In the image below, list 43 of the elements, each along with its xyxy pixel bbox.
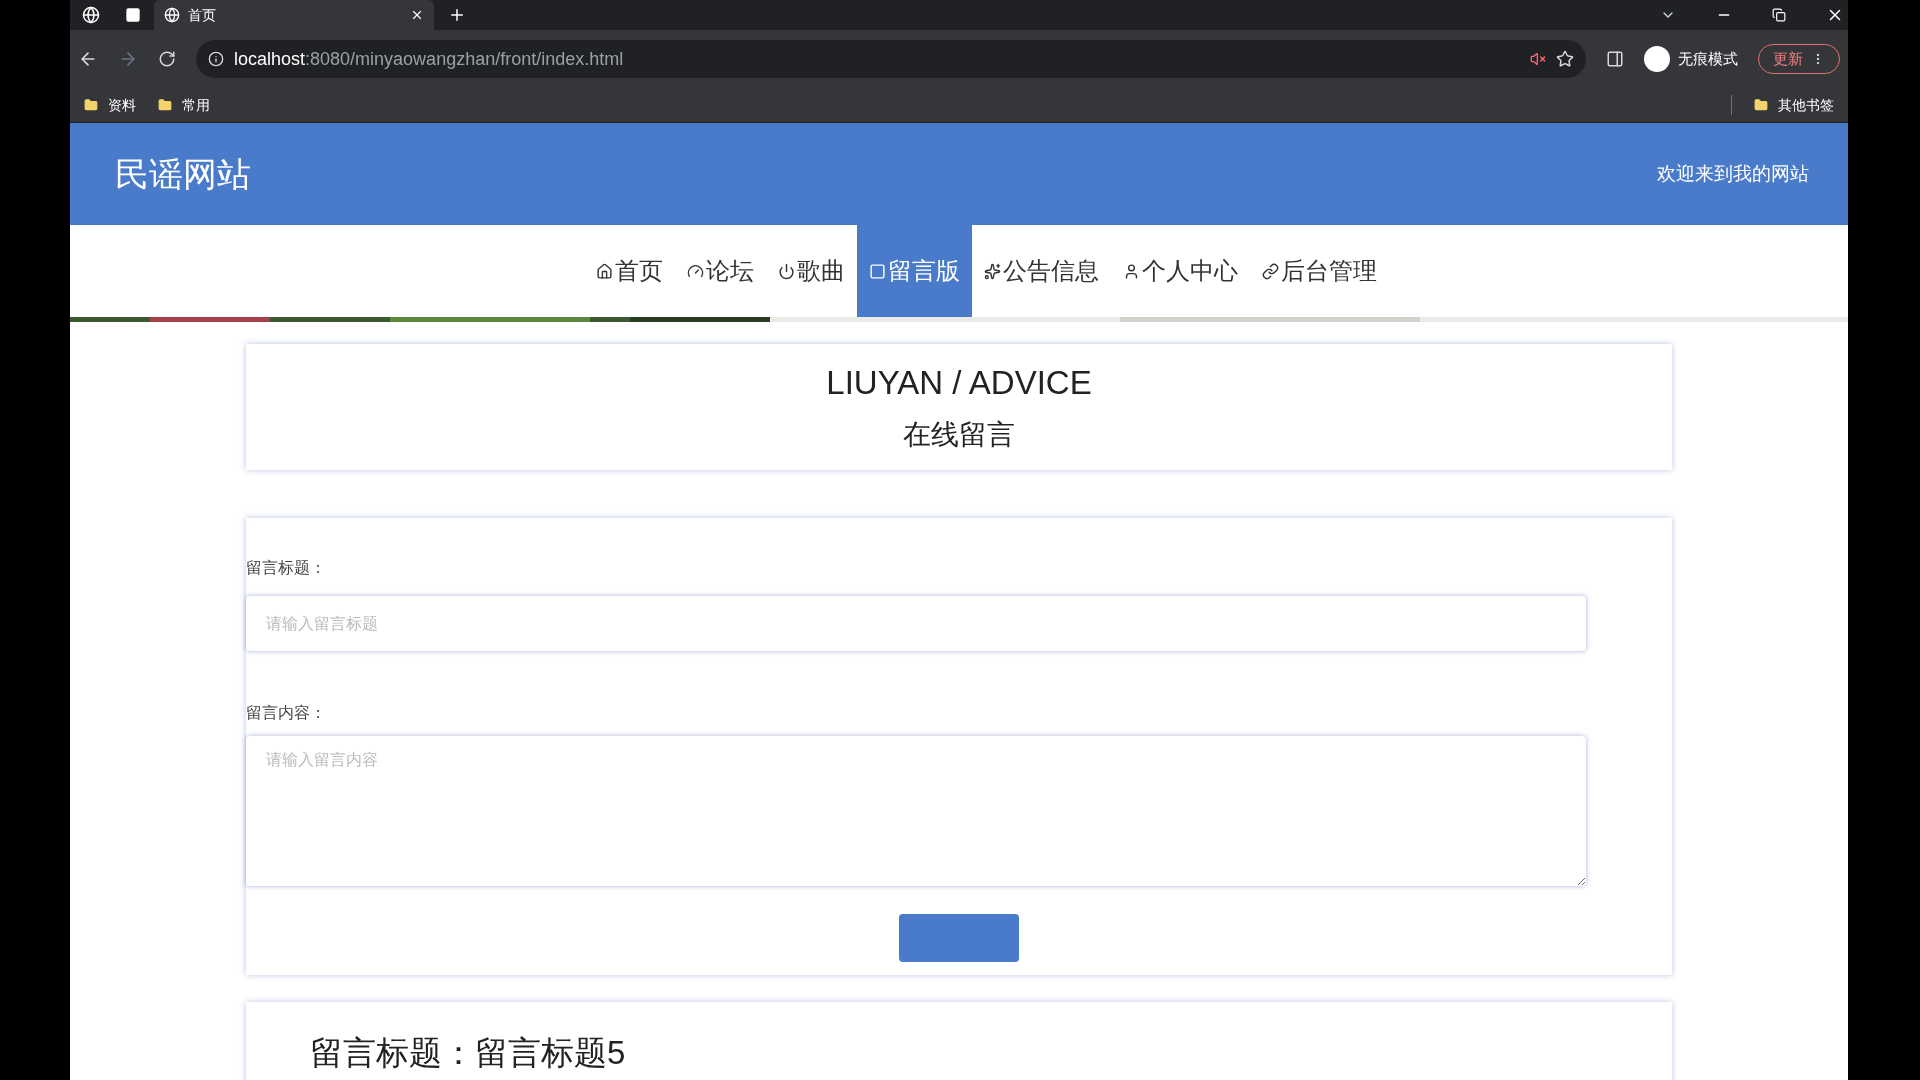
content-textarea[interactable]: 请输入留言内容 [246,736,1586,886]
title-input[interactable]: 请输入留言标题 [246,596,1586,651]
incognito-badge[interactable]: 无痕模式 [1644,46,1738,72]
restore-icon[interactable] [1772,8,1786,22]
link-icon [1262,262,1279,280]
field-label: 留言标题： [246,558,327,578]
welcome-text: 欢迎来到我的网站 [1657,161,1809,186]
star-icon[interactable] [1556,50,1574,68]
nav-link[interactable]: 后台管理 [1250,225,1389,317]
address-bar[interactable]: localhost:8080/minyaowangzhan/front/index.html [196,40,1586,78]
user-icon [1123,262,1140,280]
site-title: 民谣网站 [115,153,251,195]
info-icon[interactable] [208,51,224,67]
nav-link[interactable]: 论坛 [675,225,766,317]
folder-icon [158,97,172,113]
bookmark[interactable]: 常用 [158,94,210,116]
bookmark[interactable]: 资料 [84,94,136,116]
nav-link[interactable]: 个人中心 [1111,225,1250,317]
globe-icon[interactable] [82,6,100,24]
sparkle-icon [984,262,1001,280]
window-icon[interactable] [124,7,142,23]
section-title: LIUYAN / ADVICE [826,363,1092,404]
globe-icon [164,7,180,23]
house-icon [596,262,613,280]
browser-tab[interactable]: 首页 [154,0,434,30]
close-icon[interactable] [410,8,424,22]
message-title: 留言标题：留言标题5 [310,1034,626,1071]
folder-icon [1754,97,1768,113]
reload-icon[interactable] [158,50,176,68]
muted-icon[interactable] [1530,51,1546,67]
new-tab-icon[interactable] [448,6,466,24]
nav-link[interactable]: 留言版 [857,225,972,317]
nav-link[interactable]: 歌曲 [766,225,857,317]
nav-link[interactable]: 公告信息 [972,225,1111,317]
nav-link[interactable]: 首页 [584,225,675,317]
square-icon [869,262,886,280]
power-icon [778,262,795,280]
folder-icon [84,97,98,113]
field-label: 留言内容： [246,703,327,723]
side-panel-icon[interactable] [1606,50,1624,68]
section-subtitle: 在线留言 [903,417,1015,452]
gauge-icon [687,262,704,280]
bookmark[interactable]: 其他书签 [1754,94,1834,116]
